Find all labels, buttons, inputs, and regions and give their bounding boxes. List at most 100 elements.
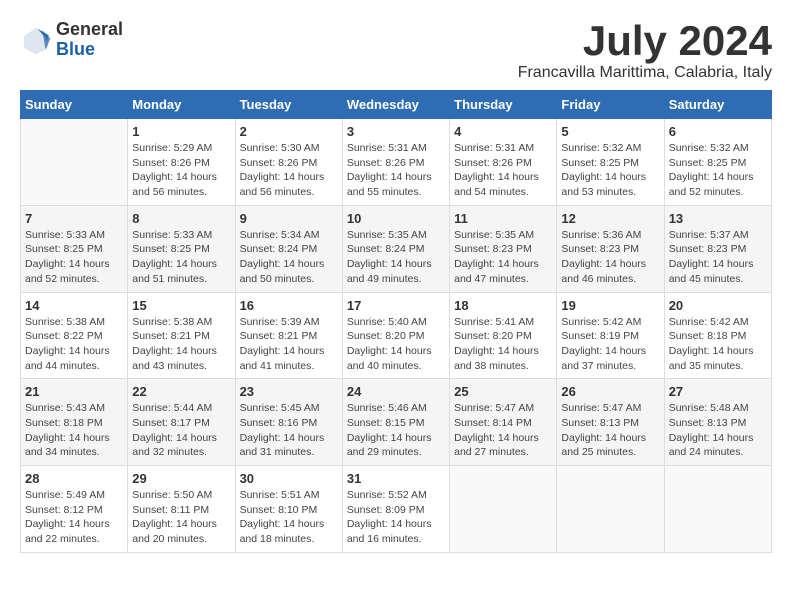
calendar-cell: 4 Sunrise: 5:31 AM Sunset: 8:26 PM Daylig… — [450, 119, 557, 206]
calendar-cell — [557, 466, 664, 553]
day-number: 31 — [347, 471, 445, 486]
day-number: 29 — [132, 471, 230, 486]
calendar-cell: 2Sunrise: 5:30 AM Sunset: 8:26 PM Daylig… — [235, 119, 342, 206]
logo-text: General Blue — [56, 20, 123, 60]
calendar-cell: 26Sunrise: 5:47 AM Sunset: 8:13 PM Dayli… — [557, 379, 664, 466]
calendar-cell: 6 Sunrise: 5:32 AM Sunset: 8:25 PM Daylig… — [664, 119, 771, 206]
location-title: Francavilla Marittima, Calabria, Italy — [518, 64, 772, 82]
day-info: Sunrise: 5:44 AM Sunset: 8:17 PM Dayligh… — [132, 401, 230, 460]
day-info: Sunrise: 5:48 AM Sunset: 8:13 PM Dayligh… — [669, 401, 767, 460]
day-info: Sunrise: 5:38 AM Sunset: 8:21 PM Dayligh… — [132, 315, 230, 374]
day-info: Sunrise: 5:51 AM Sunset: 8:10 PM Dayligh… — [240, 488, 338, 547]
day-info: Sunrise: 5:47 AM Sunset: 8:14 PM Dayligh… — [454, 401, 552, 460]
calendar-cell: 8 Sunrise: 5:33 AM Sunset: 8:25 PM Daylig… — [128, 205, 235, 292]
day-info: Sunrise: 5:33 AM Sunset: 8:25 PM Dayligh… — [25, 228, 123, 287]
calendar-cell: 30 Sunrise: 5:51 AM Sunset: 8:10 PM Dayli… — [235, 466, 342, 553]
day-number: 18 — [454, 298, 552, 313]
weekday-header-wednesday: Wednesday — [342, 91, 449, 119]
page-header: General Blue July 2024 Francavilla Marit… — [20, 20, 772, 82]
calendar-cell: 29 Sunrise: 5:50 AM Sunset: 8:11 PM Dayli… — [128, 466, 235, 553]
calendar-cell: 3 Sunrise: 5:31 AM Sunset: 8:26 PM Daylig… — [342, 119, 449, 206]
day-number: 9 — [240, 211, 338, 226]
day-number: 15 — [132, 298, 230, 313]
day-info: Sunrise: 5:49 AM Sunset: 8:12 PM Dayligh… — [25, 488, 123, 547]
calendar-cell: 13 Sunrise: 5:37 AM Sunset: 8:23 PM Dayli… — [664, 205, 771, 292]
day-info: Sunrise: 5:37 AM Sunset: 8:23 PM Dayligh… — [669, 228, 767, 287]
day-number: 21 — [25, 384, 123, 399]
calendar-week-row: 21 Sunrise: 5:43 AM Sunset: 8:18 PM Dayli… — [21, 379, 772, 466]
day-number: 17 — [347, 298, 445, 313]
calendar-cell: 27 Sunrise: 5:48 AM Sunset: 8:13 PM Dayli… — [664, 379, 771, 466]
day-number: 2 — [240, 124, 338, 139]
day-info: Sunrise: 5:31 AM Sunset: 8:26 PM Dayligh… — [454, 141, 552, 200]
logo: General Blue — [20, 20, 123, 60]
day-info: Sunrise: 5:46 AM Sunset: 8:15 PM Dayligh… — [347, 401, 445, 460]
calendar-week-row: 28 Sunrise: 5:49 AM Sunset: 8:12 PM Dayli… — [21, 466, 772, 553]
day-info: Sunrise: 5:35 AM Sunset: 8:24 PM Dayligh… — [347, 228, 445, 287]
day-number: 12 — [561, 211, 659, 226]
day-info: Sunrise: 5:45 AM Sunset: 8:16 PM Dayligh… — [240, 401, 338, 460]
day-number: 7 — [25, 211, 123, 226]
calendar-cell: 28 Sunrise: 5:49 AM Sunset: 8:12 PM Dayli… — [21, 466, 128, 553]
weekday-header-thursday: Thursday — [450, 91, 557, 119]
day-info: Sunrise: 5:33 AM Sunset: 8:25 PM Dayligh… — [132, 228, 230, 287]
day-number: 3 — [347, 124, 445, 139]
day-info: Sunrise: 5:43 AM Sunset: 8:18 PM Dayligh… — [25, 401, 123, 460]
calendar-cell — [450, 466, 557, 553]
calendar-cell: 31 Sunrise: 5:52 AM Sunset: 8:09 PM Dayli… — [342, 466, 449, 553]
day-info: Sunrise: 5:31 AM Sunset: 8:26 PM Dayligh… — [347, 141, 445, 200]
day-info: Sunrise: 5:50 AM Sunset: 8:11 PM Dayligh… — [132, 488, 230, 547]
title-section: July 2024 Francavilla Marittima, Calabri… — [518, 20, 772, 82]
day-number: 6 — [669, 124, 767, 139]
day-number: 30 — [240, 471, 338, 486]
day-number: 5 — [561, 124, 659, 139]
day-info: Sunrise: 5:42 AM Sunset: 8:19 PM Dayligh… — [561, 315, 659, 374]
day-number: 20 — [669, 298, 767, 313]
day-info: Sunrise: 5:36 AM Sunset: 8:23 PM Dayligh… — [561, 228, 659, 287]
calendar-cell: 7 Sunrise: 5:33 AM Sunset: 8:25 PM Daylig… — [21, 205, 128, 292]
weekday-header-tuesday: Tuesday — [235, 91, 342, 119]
calendar-cell: 10 Sunrise: 5:35 AM Sunset: 8:24 PM Dayli… — [342, 205, 449, 292]
calendar-cell: 24 Sunrise: 5:46 AM Sunset: 8:15 PM Dayli… — [342, 379, 449, 466]
calendar-cell: 17 Sunrise: 5:40 AM Sunset: 8:20 PM Dayli… — [342, 292, 449, 379]
weekday-header-monday: Monday — [128, 91, 235, 119]
calendar-cell: 21 Sunrise: 5:43 AM Sunset: 8:18 PM Dayli… — [21, 379, 128, 466]
day-number: 23 — [240, 384, 338, 399]
day-info: Sunrise: 5:29 AM Sunset: 8:26 PM Dayligh… — [132, 141, 230, 200]
day-info: Sunrise: 5:34 AM Sunset: 8:24 PM Dayligh… — [240, 228, 338, 287]
day-number: 16 — [240, 298, 338, 313]
day-info: Sunrise: 5:32 AM Sunset: 8:25 PM Dayligh… — [669, 141, 767, 200]
calendar-cell: 11 Sunrise: 5:35 AM Sunset: 8:23 PM Dayli… — [450, 205, 557, 292]
logo-icon — [20, 24, 52, 56]
day-info: Sunrise: 5:40 AM Sunset: 8:20 PM Dayligh… — [347, 315, 445, 374]
calendar-cell: 25 Sunrise: 5:47 AM Sunset: 8:14 PM Dayli… — [450, 379, 557, 466]
month-title: July 2024 — [518, 20, 772, 62]
day-number: 10 — [347, 211, 445, 226]
day-info: Sunrise: 5:47 AM Sunset: 8:13 PM Dayligh… — [561, 401, 659, 460]
calendar-cell: 23 Sunrise: 5:45 AM Sunset: 8:16 PM Dayli… — [235, 379, 342, 466]
day-number: 25 — [454, 384, 552, 399]
day-info: Sunrise: 5:39 AM Sunset: 8:21 PM Dayligh… — [240, 315, 338, 374]
day-number: 13 — [669, 211, 767, 226]
day-number: 8 — [132, 211, 230, 226]
weekday-header-friday: Friday — [557, 91, 664, 119]
calendar-cell: 16 Sunrise: 5:39 AM Sunset: 8:21 PM Dayli… — [235, 292, 342, 379]
day-info: Sunrise: 5:35 AM Sunset: 8:23 PM Dayligh… — [454, 228, 552, 287]
day-number: 22 — [132, 384, 230, 399]
day-number: 4 — [454, 124, 552, 139]
day-info: Sunrise: 5:41 AM Sunset: 8:20 PM Dayligh… — [454, 315, 552, 374]
calendar-cell: 5 Sunrise: 5:32 AM Sunset: 8:25 PM Daylig… — [557, 119, 664, 206]
day-number: 24 — [347, 384, 445, 399]
day-number: 28 — [25, 471, 123, 486]
day-info: Sunrise: 5:52 AM Sunset: 8:09 PM Dayligh… — [347, 488, 445, 547]
calendar-cell: 20 Sunrise: 5:42 AM Sunset: 8:18 PM Dayli… — [664, 292, 771, 379]
calendar-cell — [21, 119, 128, 206]
day-info: Sunrise: 5:38 AM Sunset: 8:22 PM Dayligh… — [25, 315, 123, 374]
calendar-table: SundayMondayTuesdayWednesdayThursdayFrid… — [20, 90, 772, 553]
day-number: 27 — [669, 384, 767, 399]
day-info: Sunrise: 5:42 AM Sunset: 8:18 PM Dayligh… — [669, 315, 767, 374]
day-number: 11 — [454, 211, 552, 226]
calendar-cell: 9 Sunrise: 5:34 AM Sunset: 8:24 PM Daylig… — [235, 205, 342, 292]
calendar-cell: 19Sunrise: 5:42 AM Sunset: 8:19 PM Dayli… — [557, 292, 664, 379]
day-info: Sunrise: 5:32 AM Sunset: 8:25 PM Dayligh… — [561, 141, 659, 200]
